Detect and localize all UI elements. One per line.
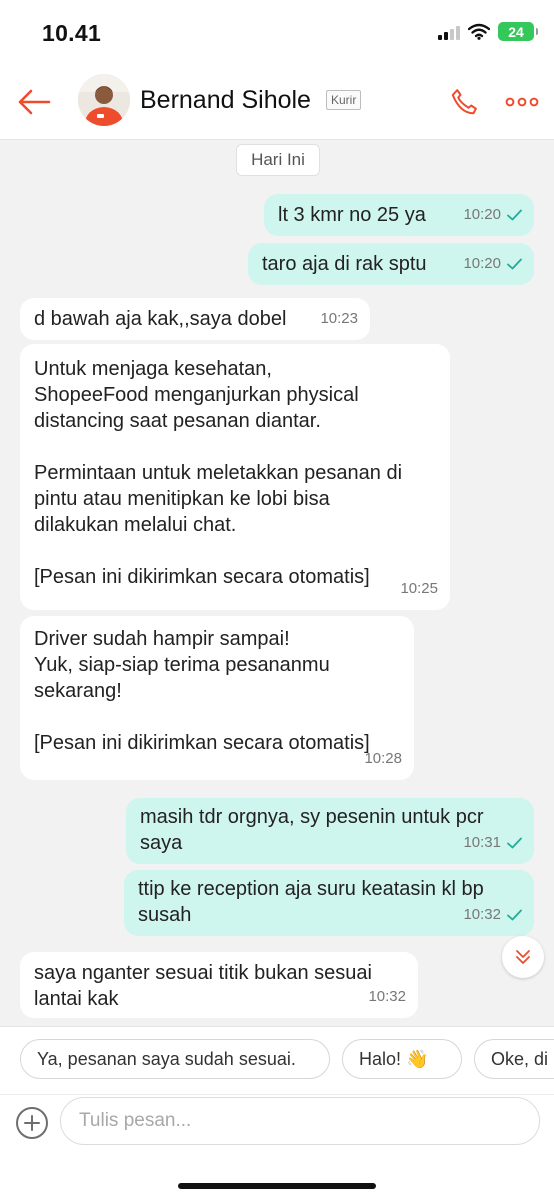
- message-meta: 10:31: [463, 830, 522, 856]
- message-text: taro aja di rak sptu: [262, 253, 427, 275]
- message-input[interactable]: [60, 1097, 540, 1145]
- message-time: 10:28: [364, 750, 402, 767]
- message-composer: [0, 1094, 554, 1200]
- status-time: 10.41: [42, 20, 102, 46]
- back-arrow-icon: [18, 89, 51, 115]
- home-indicator: [178, 1183, 376, 1189]
- add-attachment-button[interactable]: [16, 1107, 48, 1139]
- battery-level: 24: [508, 23, 524, 40]
- quick-replies-bar: Ya, pesanan saya sudah sesuai. Halo! 👋 O…: [0, 1026, 554, 1094]
- message-meta: 10:28: [364, 746, 402, 772]
- read-check-icon: [507, 209, 522, 221]
- message-time: 10:32: [463, 906, 501, 923]
- message-text: Untuk menjaga kesehatan, ShopeeFood meng…: [34, 358, 403, 588]
- courier-avatar-image: [78, 74, 130, 126]
- scroll-to-bottom-button[interactable]: [502, 936, 544, 978]
- chat-header: Bernand Sihole Kurir: [0, 62, 554, 140]
- message-meta: 10:25: [400, 576, 438, 602]
- message-bubble-incoming[interactable]: Untuk menjaga kesehatan, ShopeeFood meng…: [20, 344, 450, 610]
- message-bubble-incoming[interactable]: saya nganter sesuai titik bukan sesuai l…: [20, 952, 418, 1018]
- date-separator: Hari Ini: [236, 144, 320, 176]
- message-meta: 10:23: [320, 306, 358, 332]
- wifi-icon: [468, 23, 490, 40]
- quick-reply-chip[interactable]: Halo! 👋: [342, 1039, 462, 1079]
- message-text: masih tdr orgnya, sy pesenin untuk pcr s…: [140, 806, 484, 854]
- phone-icon: [451, 89, 477, 115]
- chevron-double-down-icon: [516, 950, 530, 964]
- message-bubble-incoming[interactable]: Driver sudah hampir sampai! Yuk, siap-si…: [20, 616, 414, 780]
- message-time: 10:23: [320, 310, 358, 327]
- status-icons: 24: [438, 22, 538, 41]
- message-bubble-outgoing[interactable]: ttip ke reception aja suru keatasin kl b…: [124, 870, 534, 936]
- message-bubble-outgoing[interactable]: taro aja di rak sptu 10:20: [248, 243, 534, 285]
- more-options-icon: [505, 97, 539, 107]
- message-text: lt 3 kmr no 25 ya: [278, 204, 426, 226]
- call-button[interactable]: [446, 84, 482, 120]
- read-check-icon: [507, 837, 522, 849]
- message-text: Driver sudah hampir sampai! Yuk, siap-si…: [34, 628, 370, 754]
- message-bubble-outgoing[interactable]: lt 3 kmr no 25 ya 10:20: [264, 194, 534, 236]
- message-bubble-incoming[interactable]: d bawah aja kak,,saya dobel 10:23: [20, 298, 370, 340]
- plus-icon: [24, 1115, 40, 1131]
- message-text: saya nganter sesuai titik bukan sesuai l…: [34, 962, 372, 1010]
- message-text: ttip ke reception aja suru keatasin kl b…: [138, 878, 484, 926]
- role-badge: Kurir: [326, 90, 362, 110]
- message-text: d bawah aja kak,,saya dobel: [34, 308, 287, 330]
- battery-icon: 24: [498, 22, 538, 41]
- more-options-button[interactable]: [502, 84, 542, 120]
- message-bubble-outgoing[interactable]: masih tdr orgnya, sy pesenin untuk pcr s…: [126, 798, 534, 864]
- avatar[interactable]: [78, 74, 130, 126]
- status-bar: 10.41 24: [0, 0, 554, 62]
- back-button[interactable]: [14, 82, 54, 122]
- contact-name: Bernand Sihole: [140, 86, 311, 114]
- message-meta: 10:20: [463, 202, 522, 228]
- message-time: 10:31: [463, 834, 501, 851]
- read-check-icon: [507, 909, 522, 921]
- cellular-signal-icon: [438, 24, 460, 40]
- message-time: 10:25: [400, 580, 438, 597]
- message-meta: 10:20: [463, 251, 522, 277]
- quick-reply-chip[interactable]: Ya, pesanan saya sudah sesuai.: [20, 1039, 330, 1079]
- read-check-icon: [507, 258, 522, 270]
- message-meta: 10:32: [463, 902, 522, 928]
- message-time: 10:20: [463, 255, 501, 272]
- quick-reply-chip[interactable]: Oke, di: [474, 1039, 554, 1079]
- message-time: 10:32: [368, 988, 406, 1005]
- message-meta: 10:32: [368, 984, 406, 1010]
- message-time: 10:20: [463, 206, 501, 223]
